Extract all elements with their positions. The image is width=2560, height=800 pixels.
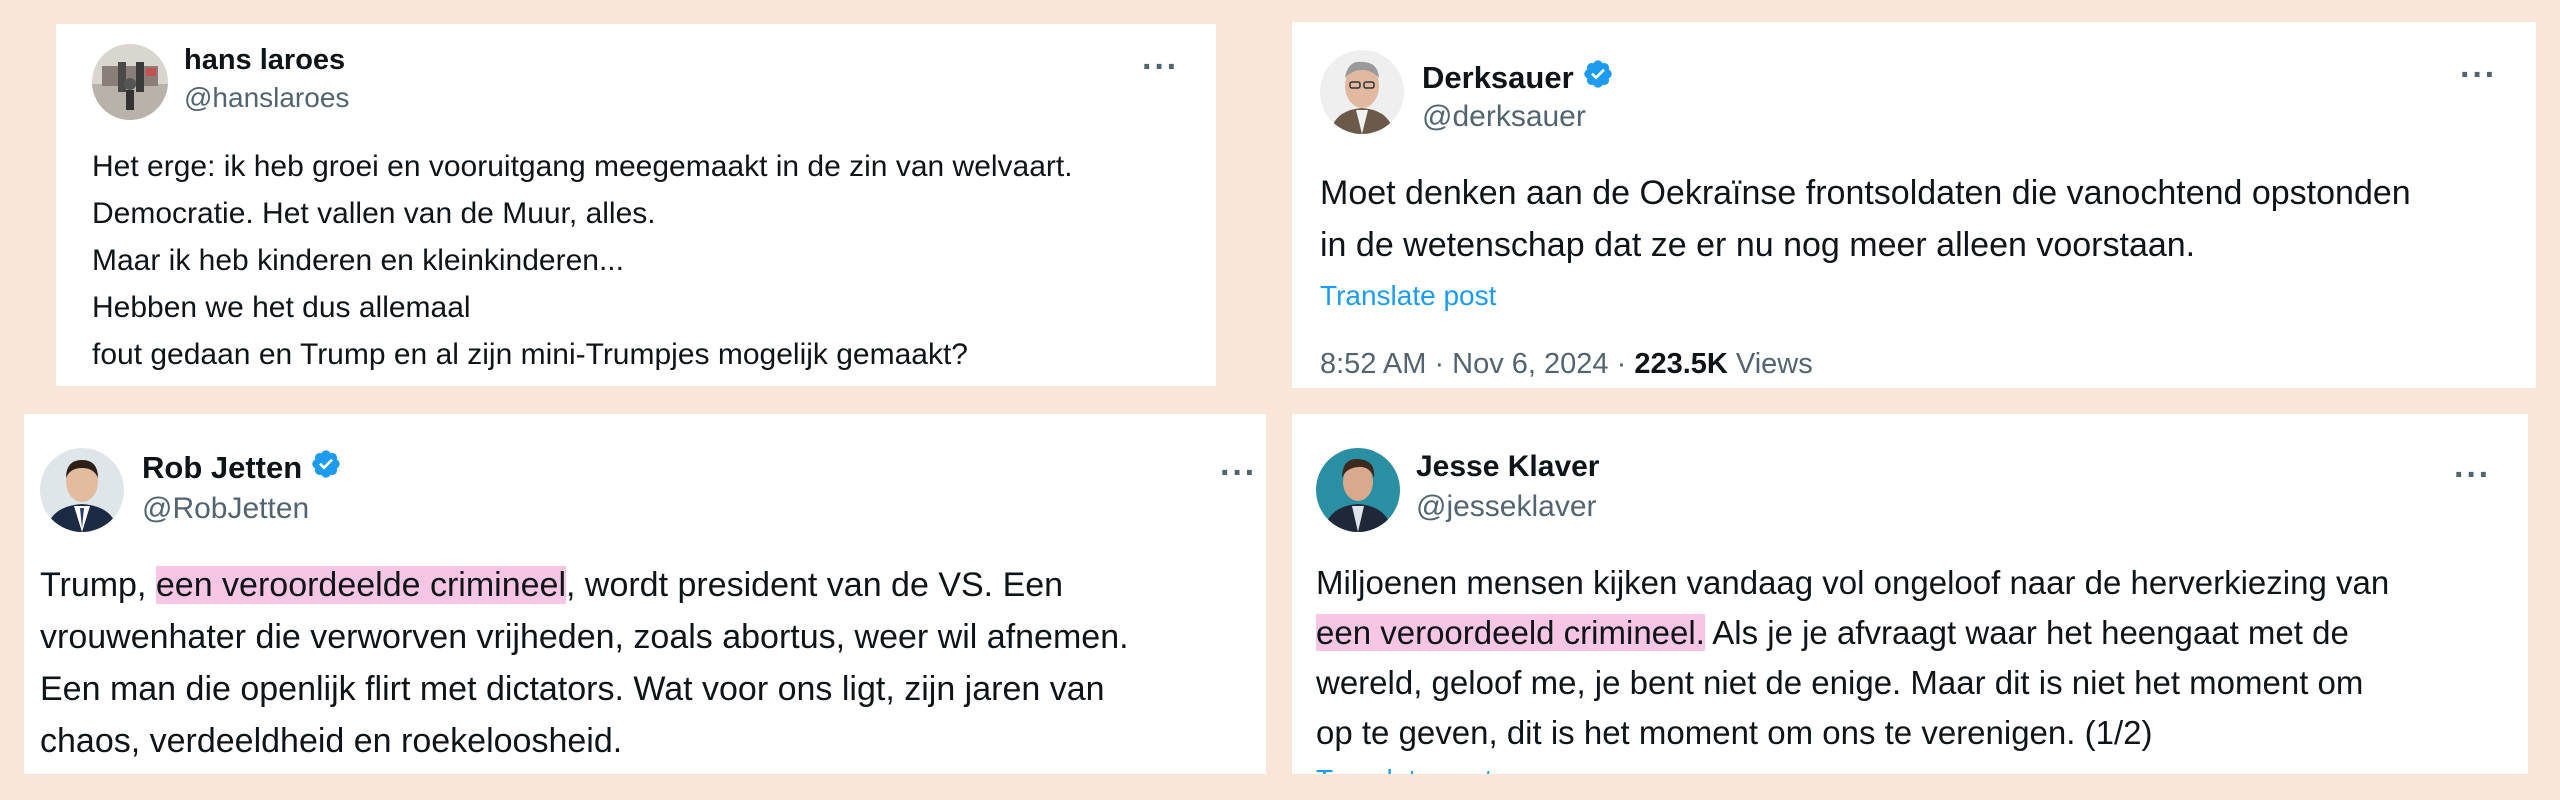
post-text-line: chaos, verdeeldheid en roekeloosheid.: [40, 722, 623, 760]
post-text-line: Hebben we het dus allemaal: [92, 291, 471, 324]
views-label: Views: [1727, 348, 1813, 380]
post-timestamp[interactable]: 8:52 AM · Nov 6, 2024 ·: [1320, 348, 1634, 380]
post-text-segment: , wordt president van de VS. Een: [566, 566, 1064, 604]
translate-post-link[interactable]: Translate post: [1316, 764, 1492, 774]
post-card-jesseklaver[interactable]: Jesse Klaver @jesseklaver ··· Miljoenen …: [1292, 414, 2528, 774]
post-text-line: fout gedaan en Trump en al zijn mini-Tru…: [92, 338, 968, 371]
author-handle[interactable]: @RobJetten: [142, 492, 309, 526]
more-options-icon[interactable]: ···: [1220, 456, 1257, 490]
author-name[interactable]: Jesse Klaver: [1416, 450, 1600, 484]
verified-badge-icon: [310, 448, 342, 488]
author-handle[interactable]: @derksauer: [1422, 100, 1586, 134]
post-text-line: Miljoenen mensen kijken vandaag vol onge…: [1316, 564, 2390, 601]
avatar[interactable]: [1316, 448, 1400, 532]
author-handle[interactable]: @hanslaroes: [184, 82, 349, 114]
post-card-robjetten[interactable]: Rob Jetten @RobJetten ··· Trump, een ver…: [24, 414, 1266, 774]
more-options-icon[interactable]: ···: [1142, 50, 1179, 84]
post-text-line: een veroordeeld crimineel. Als je je afv…: [1316, 614, 2349, 652]
post-text-line: wereld, geloof me, je bent niet de enige…: [1316, 664, 2364, 701]
highlighted-phrase: een veroordeeld crimineel.: [1316, 614, 1705, 651]
highlighted-phrase: een veroordeelde crimineel: [155, 566, 566, 604]
post-text-line: Democratie. Het vallen van de Muur, alle…: [92, 197, 656, 230]
post-text-line: Trump, een veroordeelde crimineel, wordt…: [40, 566, 1063, 605]
author-name-text: Rob Jetten: [142, 450, 303, 485]
avatar[interactable]: [1320, 50, 1404, 134]
avatar[interactable]: [40, 448, 124, 532]
author-name[interactable]: hans laroes: [184, 44, 345, 77]
post-card-hanslaroes[interactable]: hans laroes @hanslaroes ··· Het erge: ik…: [56, 24, 1216, 386]
author-handle[interactable]: @jesseklaver: [1416, 490, 1597, 524]
post-text-line: vrouwenhater die verworven vrijheden, zo…: [40, 618, 1129, 656]
views-count: 223.5K: [1634, 348, 1728, 380]
post-card-derksauer[interactable]: Derksauer @derksauer ··· Moet denken aan…: [1292, 22, 2536, 388]
post-text-line: Moet denken aan de Oekraïnse frontsoldat…: [1320, 174, 2411, 212]
author-name-text: Derksauer: [1422, 60, 1574, 95]
post-text-line: in de wetenschap dat ze er nu nog meer a…: [1320, 226, 2196, 264]
post-text-segment: Als je je afvraagt waar het heengaat met…: [1704, 614, 2349, 651]
post-meta: 8:52 AM · Nov 6, 2024 · 223.5K Views: [1320, 348, 1813, 381]
avatar[interactable]: [92, 44, 168, 120]
post-text-line: Een man die openlijk flirt met dictators…: [40, 670, 1105, 708]
translate-post-link[interactable]: Translate post: [1320, 280, 1496, 312]
author-name[interactable]: Derksauer: [1422, 58, 1614, 98]
more-options-icon[interactable]: ···: [2454, 458, 2491, 492]
more-options-icon[interactable]: ···: [2460, 58, 2497, 92]
post-text-segment: Trump,: [40, 566, 156, 604]
verified-badge-icon: [1582, 58, 1614, 98]
post-text-line: op te geven, dit is het moment om ons te…: [1316, 714, 2153, 751]
post-text-line: Het erge: ik heb groei en vooruitgang me…: [92, 150, 1073, 183]
author-name[interactable]: Rob Jetten: [142, 448, 342, 488]
post-text-line: Maar ik heb kinderen en kleinkinderen...: [92, 244, 624, 277]
